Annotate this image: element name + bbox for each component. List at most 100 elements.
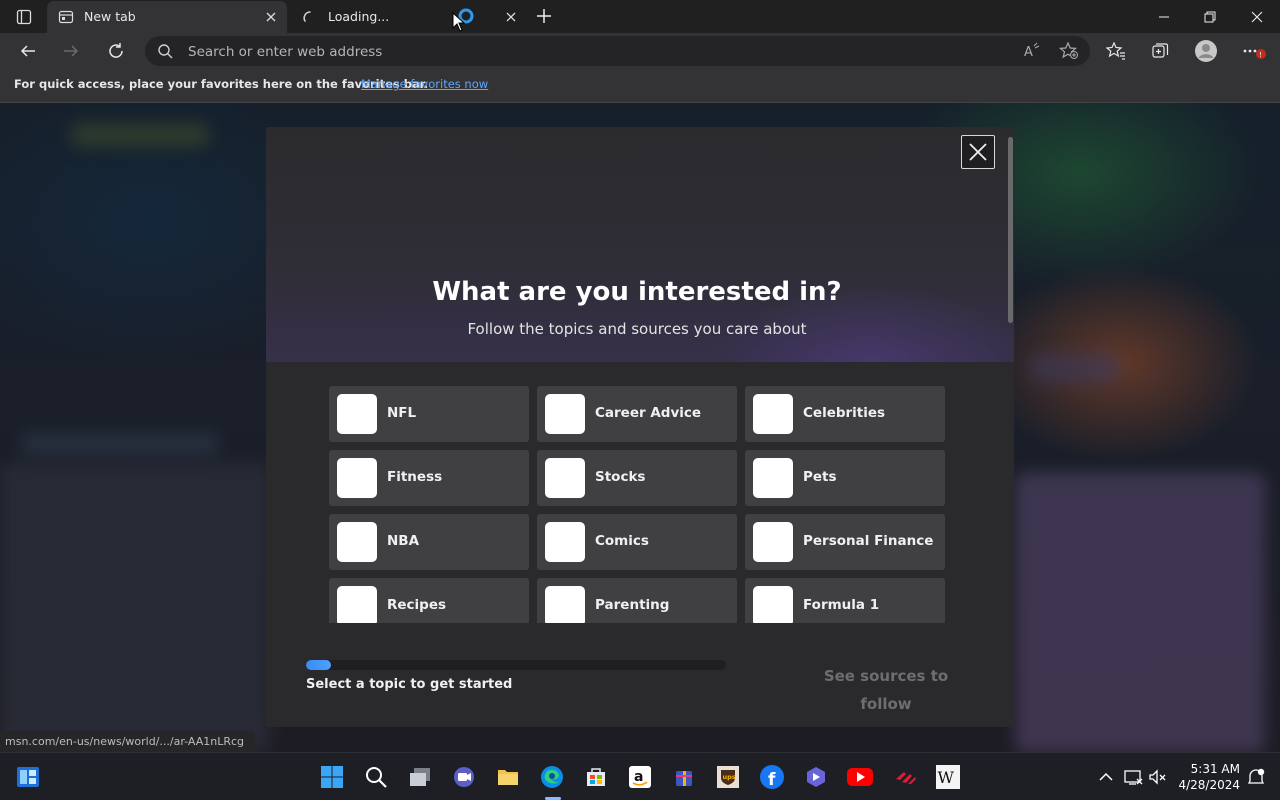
wikipedia-icon: W [936, 765, 960, 789]
youtube-button[interactable] [846, 763, 874, 791]
bank-app-button[interactable] [892, 763, 920, 791]
topic-fitness[interactable]: Fitness [329, 450, 529, 506]
close-dialog-button[interactable] [961, 135, 995, 169]
topic-label: Parenting [595, 597, 670, 613]
collections-button[interactable] [1146, 37, 1174, 65]
copilot-button[interactable] [802, 763, 830, 791]
notification-bell-icon [1247, 768, 1265, 784]
refresh-icon [109, 43, 123, 58]
topic-nfl[interactable]: NFL [329, 386, 529, 442]
svg-text:ups: ups [723, 773, 736, 781]
topic-nba[interactable]: NBA [329, 514, 529, 570]
svg-text:W: W [938, 768, 955, 787]
volume-status[interactable] [1144, 763, 1172, 791]
see-sources-button[interactable]: See sources to follow [796, 662, 976, 713]
profile-button[interactable] [1192, 37, 1220, 65]
search-icon [158, 44, 173, 59]
clock-time: 5:31 AM [1190, 762, 1240, 776]
task-view-button[interactable] [406, 763, 434, 791]
new-tab-plus-icon[interactable] [533, 5, 555, 27]
mouse-pointer-icon [452, 12, 466, 32]
topic-image [545, 586, 585, 623]
favorites-button[interactable] [1102, 37, 1130, 65]
taskbar: a ups f W 5:31 AM 4/28/2024 [0, 752, 1280, 800]
facebook-button[interactable]: f [758, 763, 786, 791]
topic-label: Stocks [595, 469, 646, 485]
topic-image [545, 394, 585, 434]
wikipedia-button[interactable]: W [934, 763, 962, 791]
interests-dialog: What are you interested in? Follow the t… [266, 127, 1014, 727]
teams-icon [454, 767, 474, 787]
close-tab-icon[interactable] [503, 9, 519, 25]
refresh-button[interactable] [102, 37, 130, 65]
weather-blur [1030, 353, 1120, 383]
edge-icon [541, 766, 563, 788]
dialog-subtitle: Follow the topics and sources you care a… [467, 320, 807, 338]
start-icon [321, 766, 343, 788]
show-hidden-icons-button[interactable] [1092, 763, 1120, 791]
title-bar: New tab Loading... [0, 0, 1280, 33]
youtube-icon [847, 768, 873, 786]
tab-new-tab[interactable]: New tab [47, 1, 287, 33]
widgets-icon [17, 767, 39, 787]
close-window-button[interactable] [1234, 0, 1280, 33]
tab-actions-button[interactable] [8, 3, 40, 30]
topic-label: NBA [387, 533, 420, 549]
restore-button[interactable] [1187, 0, 1233, 33]
read-aloud-icon[interactable]: A [1023, 42, 1041, 60]
topic-image [753, 586, 793, 623]
store-button[interactable] [582, 763, 610, 791]
settings-menu-button[interactable]: ! [1240, 37, 1268, 65]
topic-pets[interactable]: Pets [745, 450, 945, 506]
topic-label: Recipes [387, 597, 447, 613]
topic-grid: NFL Career Advice Celebrities Fitness St… [329, 386, 949, 623]
topic-recipes[interactable]: Recipes [329, 578, 529, 623]
topic-image [753, 394, 793, 434]
topic-label: Pets [803, 469, 837, 485]
topic-image [753, 522, 793, 562]
progress-bar [306, 660, 726, 670]
news-card-blur [0, 463, 270, 752]
progress-hint: Select a topic to get started [306, 677, 513, 692]
tab-loading[interactable]: Loading... [291, 1, 527, 33]
topic-career-advice[interactable]: Career Advice [537, 386, 737, 442]
taskbar-search-button[interactable] [362, 763, 390, 791]
loading-spinner-icon [303, 11, 311, 22]
address-input[interactable]: Search or enter web address [188, 44, 382, 60]
teams-button[interactable] [450, 763, 478, 791]
widgets-button[interactable] [14, 763, 42, 791]
svg-text:a: a [634, 769, 643, 785]
topic-celebrities[interactable]: Celebrities [745, 386, 945, 442]
favorites-icon [1106, 42, 1125, 60]
start-button[interactable] [318, 763, 346, 791]
topic-label: Fitness [387, 469, 443, 485]
manage-favorites-link[interactable]: Manage favorites now [361, 77, 488, 91]
topic-formula-1[interactable]: Formula 1 [745, 578, 945, 623]
restore-icon [1204, 11, 1216, 22]
ups-button[interactable]: ups [714, 763, 742, 791]
minimize-button[interactable] [1141, 0, 1187, 33]
back-button[interactable] [14, 37, 42, 65]
amazon-button[interactable]: a [626, 763, 654, 791]
topic-personal-finance[interactable]: Personal Finance [745, 514, 945, 570]
gift-app-button[interactable] [670, 763, 698, 791]
avatar-icon [1195, 40, 1217, 62]
tab-actions-icon [16, 9, 32, 24]
dialog-title: What are you interested in? [432, 277, 842, 307]
topic-image [753, 458, 793, 498]
forward-button[interactable] [57, 37, 85, 65]
close-tab-icon[interactable] [263, 9, 279, 25]
notifications-button[interactable] [1242, 763, 1270, 791]
status-bar: msn.com/en-us/news/world/.../ar-AA1nLRcg [0, 731, 255, 752]
file-explorer-button[interactable] [494, 763, 522, 791]
dialog-scrollbar[interactable] [1008, 137, 1013, 323]
topic-label: Formula 1 [803, 597, 880, 613]
topic-stocks[interactable]: Stocks [537, 450, 737, 506]
add-favorite-icon[interactable] [1059, 42, 1079, 60]
topic-parenting[interactable]: Parenting [537, 578, 737, 623]
svg-text:f: f [768, 770, 776, 790]
topic-comics[interactable]: Comics [537, 514, 737, 570]
address-bar[interactable]: Search or enter web address A [145, 36, 1090, 66]
edge-button[interactable] [538, 763, 566, 791]
system-clock[interactable]: 5:31 AM 4/28/2024 [1176, 761, 1240, 793]
